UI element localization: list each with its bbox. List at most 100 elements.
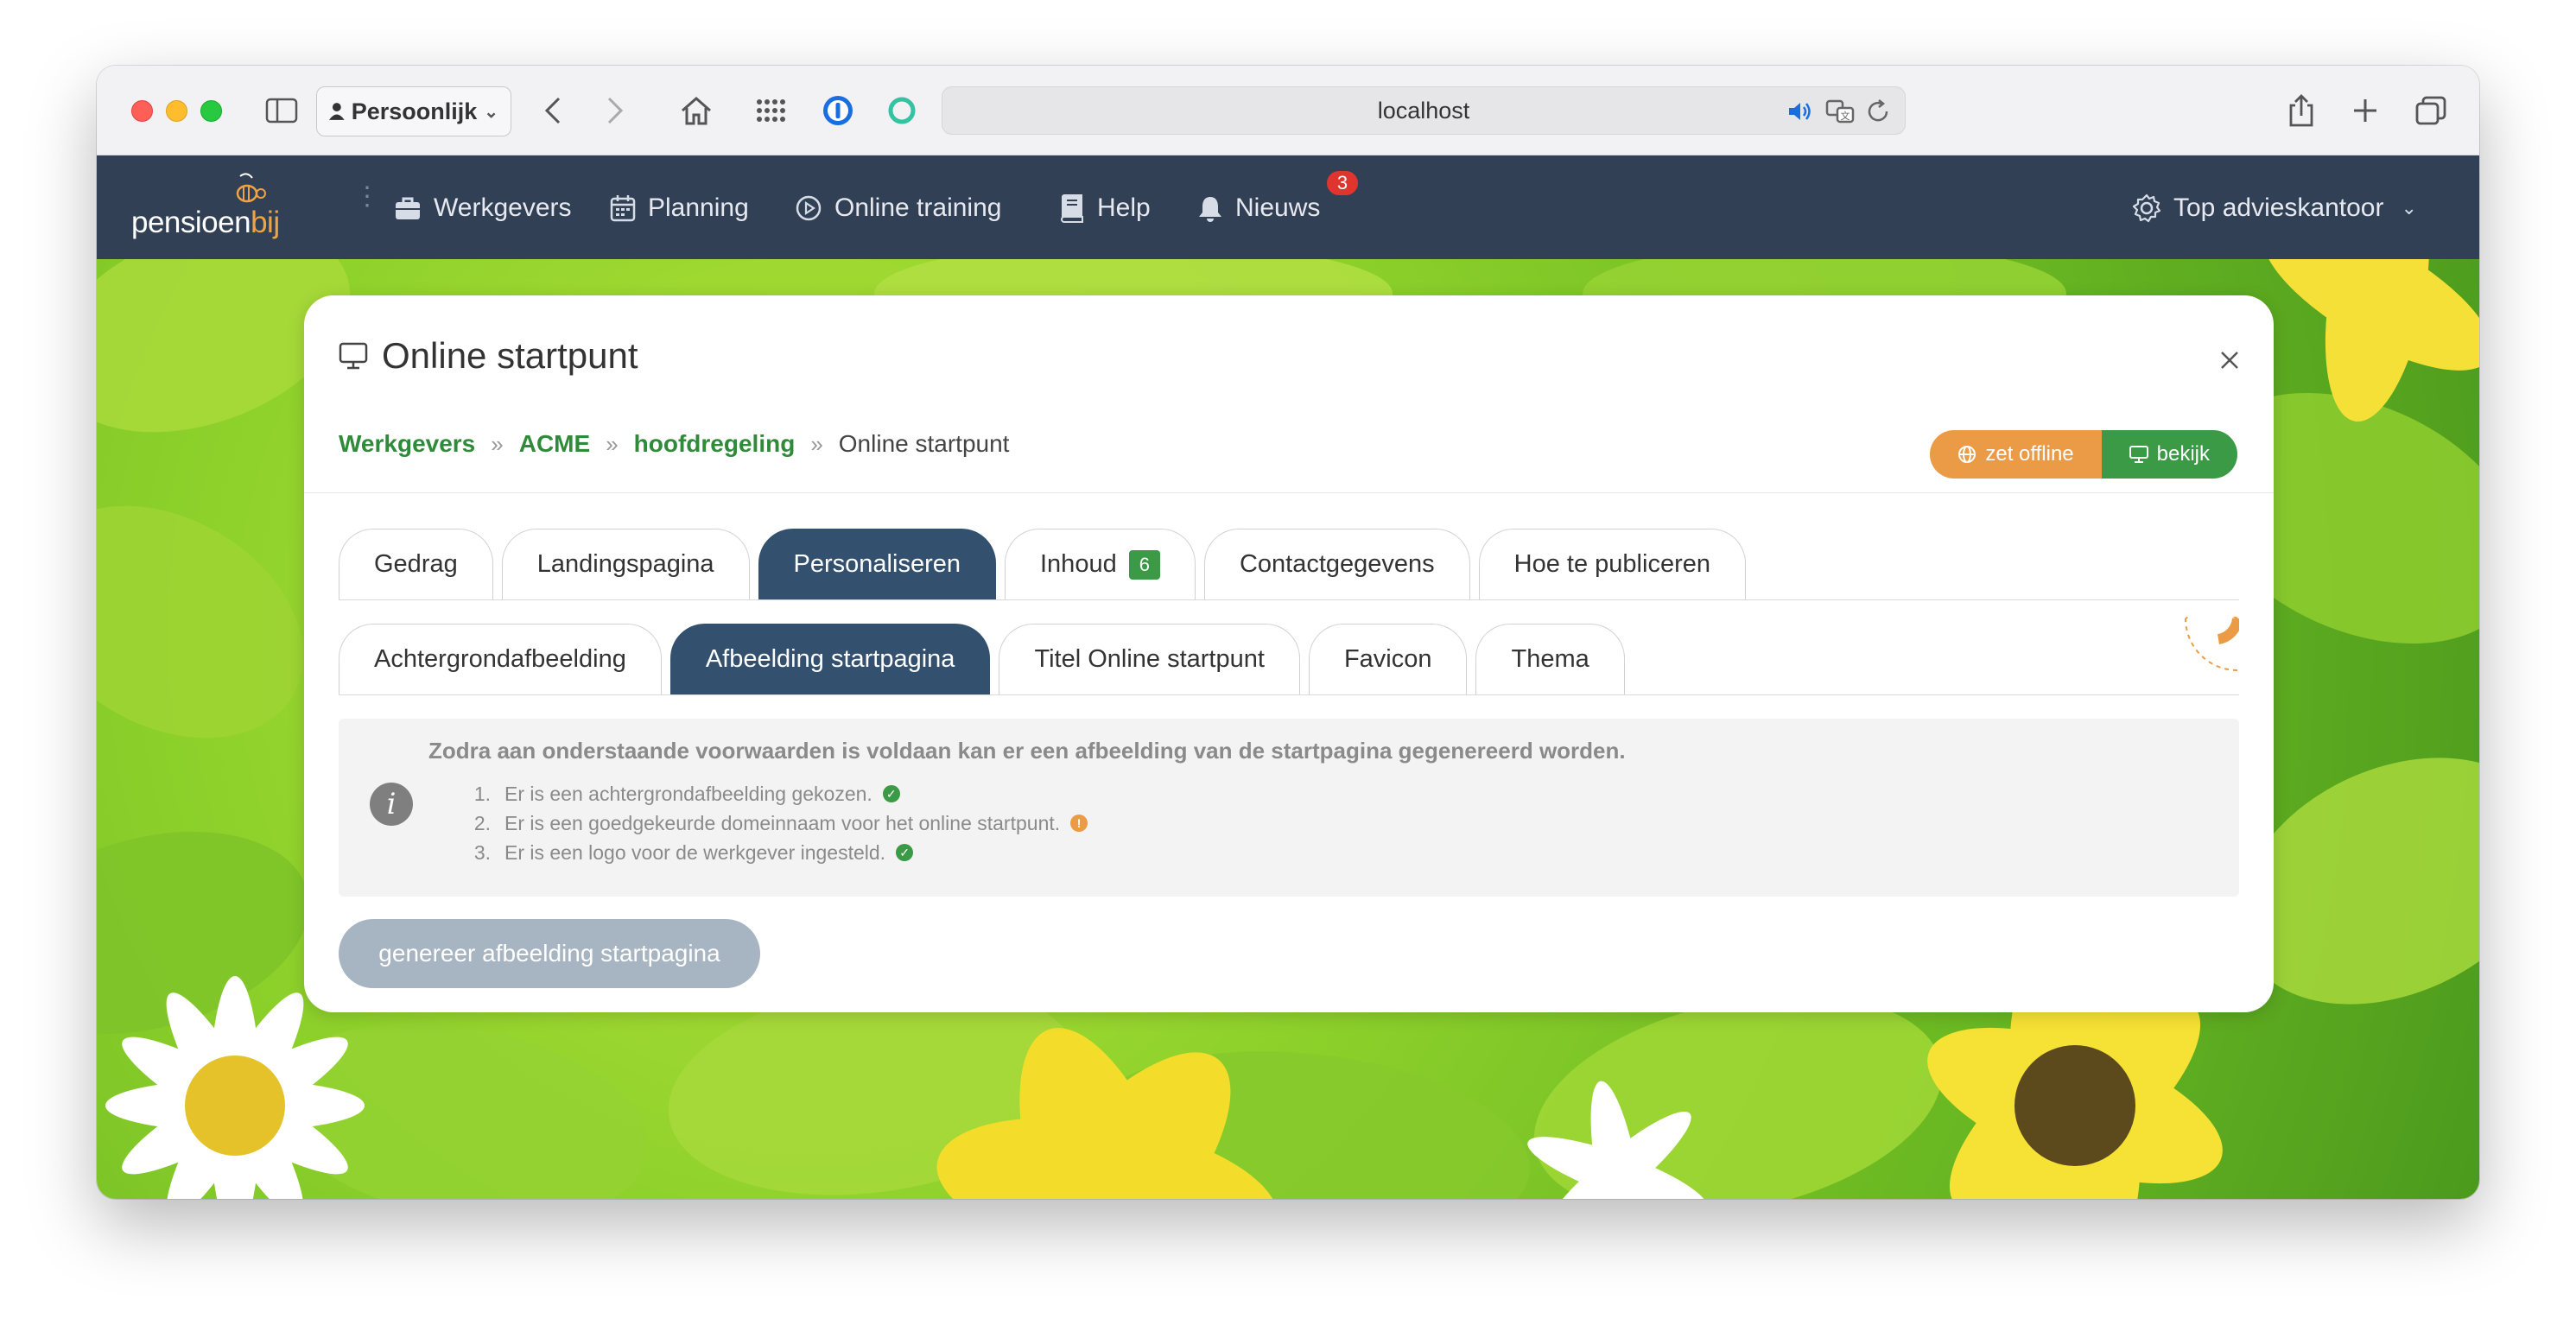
warning-circle-icon: ! [1070, 815, 1088, 832]
breadcrumb-werkgevers[interactable]: Werkgevers [339, 430, 475, 458]
condition-item: 2. Er is een goedgekeurde domeinnaam voo… [468, 808, 1088, 838]
tab-hoe-te-publiceren[interactable]: Hoe te publiceren [1478, 529, 1746, 599]
modal-title: Online startpunt [339, 335, 638, 377]
condition-item: 1. Er is een achtergrondafbeelding gekoz… [468, 779, 1088, 808]
subtab-afbeelding-startpagina[interactable]: Afbeelding startpagina [669, 624, 991, 694]
back-icon[interactable] [536, 92, 570, 130]
nav-more-icon[interactable]: ⋮ [354, 184, 380, 210]
gear-icon [2132, 193, 2161, 223]
breadcrumb-hoofdregeling[interactable]: hoofdregeling [634, 430, 796, 458]
tab-inhoud-label: Inhoud [1040, 550, 1117, 578]
speaker-icon[interactable] [1787, 99, 1813, 130]
reload-icon[interactable] [1865, 98, 1891, 130]
tab-overview-icon[interactable] [2412, 92, 2450, 130]
home-icon[interactable] [677, 92, 715, 130]
monitor-icon [2129, 446, 2148, 463]
nav-planning-label: Planning [648, 193, 749, 222]
extension-ring-icon[interactable] [883, 92, 921, 130]
bekijk-button[interactable]: bekijk [2101, 430, 2237, 479]
nav-help-label: Help [1097, 193, 1151, 222]
briefcase-icon [396, 197, 420, 219]
logo-text-main: pensioen [131, 206, 251, 239]
tab-contactgegevens-label: Contactgegevens [1239, 550, 1435, 578]
tabs-underline [339, 599, 2239, 600]
browser-window: Persoonlijk ⌄ localhost 文 pensioenbij ⋮ … [97, 66, 2479, 1199]
bell-icon [1199, 197, 1221, 222]
online-startpunt-modal: Online startpunt Werkgevers » ACME » hoo… [304, 295, 2274, 1012]
zoom-window-button[interactable] [200, 100, 222, 122]
bee-icon [236, 173, 266, 203]
background-image: Online startpunt Werkgevers » ACME » hoo… [97, 259, 2479, 1199]
nav-help[interactable]: Help [1059, 190, 1151, 226]
breadcrumb-separator-icon: » [491, 430, 504, 457]
book-icon [1061, 194, 1083, 223]
nav-planning[interactable]: Planning [610, 190, 749, 226]
tab-landingspagina[interactable]: Landingspagina [501, 529, 750, 599]
forward-icon[interactable] [598, 92, 632, 130]
breadcrumb-separator-icon: » [810, 430, 823, 457]
subtabs-underline [339, 694, 2239, 695]
globe-icon [1958, 446, 1976, 463]
translate-icon[interactable]: 文 [1825, 98, 1855, 130]
tab-inhoud[interactable]: Inhoud 6 [1005, 529, 1196, 599]
main-tabs: Gedrag Landingspagina Personaliseren Inh… [339, 529, 1754, 599]
chevron-down-icon: ⌄ [2401, 197, 2417, 219]
bekijk-label: bekijk [2156, 442, 2210, 466]
sub-tabs: Achtergrondafbeelding Afbeelding startpa… [339, 624, 1634, 694]
condition-item: 3. Er is een logo voor de werkgever inge… [468, 838, 1088, 867]
subtab-favicon-label: Favicon [1343, 645, 1432, 673]
nav-nieuws-label: Nieuws [1235, 193, 1321, 222]
subtab-titel-online-startpunt-label: Titel Online startpunt [1034, 645, 1265, 673]
play-circle-icon [796, 195, 822, 221]
share-icon[interactable] [2282, 92, 2320, 130]
calendar-icon [610, 195, 636, 222]
password-manager-icon[interactable] [819, 92, 857, 130]
sidebar-toggle-icon[interactable] [263, 92, 301, 130]
nav-werkgevers[interactable]: Werkgevers [394, 190, 572, 226]
generate-image-label: genereer afbeelding startpagina [378, 940, 720, 967]
organization-selector[interactable]: Top advieskantoor ⌄ [2132, 190, 2417, 226]
logo-text-accent: bij [251, 206, 280, 239]
divider [304, 492, 2274, 493]
condition-text: Er is een goedgekeurde domeinnaam voor h… [504, 811, 1061, 834]
info-panel: i Zodra aan onderstaande voorwaarden is … [339, 719, 2239, 897]
zet-offline-label: zet offline [1985, 442, 2074, 466]
generate-image-button[interactable]: genereer afbeelding startpagina [339, 919, 760, 988]
breadcrumb-acme[interactable]: ACME [519, 430, 590, 458]
minimize-window-button[interactable] [166, 100, 187, 122]
svg-text:文: 文 [1841, 110, 1850, 122]
url-text: localhost [1377, 97, 1470, 124]
zet-offline-button[interactable]: zet offline [1930, 430, 2102, 479]
app-navbar: pensioenbij ⋮ Werkgevers Planning Online… [97, 155, 2479, 259]
check-circle-icon: ✓ [896, 844, 914, 861]
loading-spinner-icon [2185, 617, 2239, 671]
profile-label: Persoonlijk [351, 98, 478, 124]
modal-title-text: Online startpunt [382, 335, 638, 376]
nav-nieuws[interactable]: Nieuws [1197, 190, 1320, 226]
conditions-list: 1. Er is een achtergrondafbeelding gekoz… [468, 779, 1088, 867]
new-tab-icon[interactable] [2346, 92, 2384, 130]
subtab-titel-online-startpunt[interactable]: Titel Online startpunt [999, 624, 1300, 694]
pensioenbij-logo[interactable]: pensioenbij [131, 171, 295, 244]
tab-gedrag-label: Gedrag [374, 550, 458, 578]
breadcrumb-separator-icon: » [606, 430, 619, 457]
tab-personaliseren[interactable]: Personaliseren [758, 529, 996, 599]
nav-online-training-label: Online training [834, 193, 1002, 222]
condition-text: Er is een logo voor de werkgever ingeste… [504, 840, 886, 864]
info-icon: i [370, 783, 413, 826]
apps-grid-icon[interactable] [752, 92, 790, 130]
subtab-achtergrondafbeelding[interactable]: Achtergrondafbeelding [339, 624, 662, 694]
nav-online-training[interactable]: Online training [795, 190, 1001, 226]
profile-selector[interactable]: Persoonlijk ⌄ [316, 86, 511, 136]
subtab-achtergrondafbeelding-label: Achtergrondafbeelding [374, 645, 626, 673]
subtab-thema[interactable]: Thema [1475, 624, 1625, 694]
address-bar[interactable]: localhost 文 [942, 86, 1906, 135]
subtab-favicon[interactable]: Favicon [1308, 624, 1468, 694]
close-icon[interactable] [2220, 344, 2239, 377]
tab-contactgegevens[interactable]: Contactgegevens [1203, 529, 1470, 599]
close-window-button[interactable] [131, 100, 153, 122]
news-count-badge: 3 [1325, 169, 1360, 197]
subtab-afbeelding-startpagina-label: Afbeelding startpagina [705, 645, 955, 673]
tab-gedrag[interactable]: Gedrag [339, 529, 493, 599]
chevron-down-icon: ⌄ [484, 102, 498, 122]
